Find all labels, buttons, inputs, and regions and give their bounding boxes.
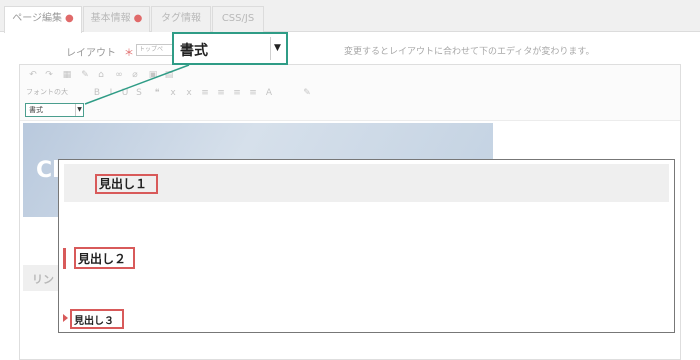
table-icon[interactable]: ▤ [164,70,174,80]
undo-icon[interactable]: ↶ [28,70,38,80]
align-right-icon[interactable]: ≡ [232,88,242,98]
heading2-accent-bar [63,248,66,269]
tab-label: タグ情報 [161,13,201,24]
italic-icon[interactable]: I [106,88,116,98]
tab-tag-info[interactable]: タグ情報 [151,6,211,32]
text-color-icon[interactable]: A [264,88,274,98]
format-select-value: 書式 [29,106,43,114]
align-center-icon[interactable]: ≡ [216,88,226,98]
image-icon[interactable]: ▣ [148,70,158,80]
chevron-down-icon: ▼ [75,104,83,116]
quote-icon[interactable]: ❝ [152,88,162,98]
format-callout-value: 書式 [180,43,208,59]
bold-icon[interactable]: B [92,88,102,98]
required-dot: ● [133,13,143,24]
unlink-icon[interactable]: ⌀ [130,70,140,80]
redo-icon[interactable]: ↷ [44,70,54,80]
paste-icon[interactable]: ✎ [80,70,90,80]
justify-icon[interactable]: ≡ [248,88,258,98]
link-icon[interactable]: ∞ [114,70,124,80]
triangle-bullet-icon [63,314,68,322]
required-mark: ＊ [124,48,134,59]
align-left-icon[interactable]: ≡ [200,88,210,98]
editor-screen: ページ編集 ● 基本情報 ● タグ情報 CSS/JS レイアウト＊ トップペ 変更す… [0,0,700,360]
required-dot: ● [65,13,74,24]
tab-css-js[interactable]: CSS/JS [212,6,264,32]
banner-text: Cl [36,158,60,183]
tab-label: CSS/JS [221,13,255,24]
heading1-label: 見出し１ [99,177,148,191]
superscript-icon[interactable]: x [184,88,194,98]
layout-label-text: レイアウト [66,48,116,59]
format-select[interactable]: 書式 ▼ [25,103,84,117]
heading2-label: 見出し２ [78,252,127,266]
tab-label: 基本情報 [90,13,131,24]
tab-page-edit[interactable]: ページ編集 ● [4,6,82,33]
tab-basic-info[interactable]: 基本情報 ● [83,6,150,32]
html-icon[interactable]: ⌂ [96,70,106,80]
subscript-icon[interactable]: x [168,88,178,98]
link-heading-text: リン [32,273,54,286]
format-select-callout[interactable]: 書式 ▼ [172,32,288,65]
tab-label: ページ編集 [12,13,63,24]
layout-label: レイアウト ＊ [66,44,134,59]
layout-note: 変更するとレイアウトに合わせて下のエディタが変わります。 [344,47,595,57]
source-icon[interactable]: ▦ [62,70,72,80]
tab-bar: ページ編集 ● 基本情報 ● タグ情報 CSS/JS [0,0,700,33]
bg-color-icon[interactable]: ✎ [302,88,312,98]
font-size-select[interactable]: フォントの大 [26,86,72,98]
underline-icon[interactable]: U [120,88,130,98]
chevron-down-icon: ▼ [270,37,284,60]
heading3-label: 見出し３ [74,316,114,327]
strike-icon[interactable]: S [134,88,144,98]
editor-right-margin [681,64,700,360]
layout-select[interactable]: トップペ [136,44,174,56]
